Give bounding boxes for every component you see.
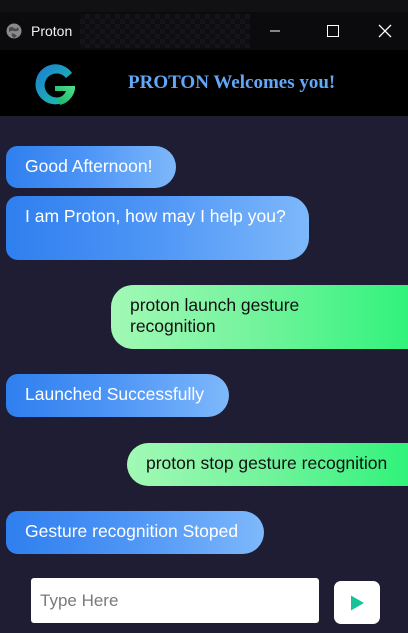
proton-logo [35, 64, 75, 105]
bot-message: Good Afternoon! [6, 146, 176, 188]
close-button[interactable] [362, 14, 408, 48]
maximize-button[interactable] [310, 14, 356, 48]
titlebar-top-strip [0, 0, 408, 12]
message-input[interactable] [31, 578, 319, 623]
titlebar-pattern [80, 14, 250, 48]
user-message: proton stop gesture recognition [127, 443, 408, 486]
minimize-button[interactable] [252, 14, 298, 48]
bot-message: Gesture recognition Stoped [6, 511, 264, 554]
bot-message: I am Proton, how may I help you? [6, 196, 309, 260]
user-message: proton launch gesture recognition [111, 285, 408, 349]
minimize-icon [270, 30, 280, 32]
window-title: Proton [31, 23, 73, 39]
bot-message: Launched Successfully [6, 374, 229, 417]
globe-icon [6, 23, 22, 39]
app-header: PROTON Welcomes you! [0, 50, 408, 116]
maximize-icon [327, 25, 339, 37]
send-play-icon [351, 595, 364, 610]
send-button[interactable] [334, 581, 380, 624]
window-titlebar: Proton [0, 0, 408, 50]
message-input-box[interactable] [31, 578, 319, 623]
welcome-title: PROTON Welcomes you! [128, 72, 336, 93]
close-icon [378, 24, 392, 38]
